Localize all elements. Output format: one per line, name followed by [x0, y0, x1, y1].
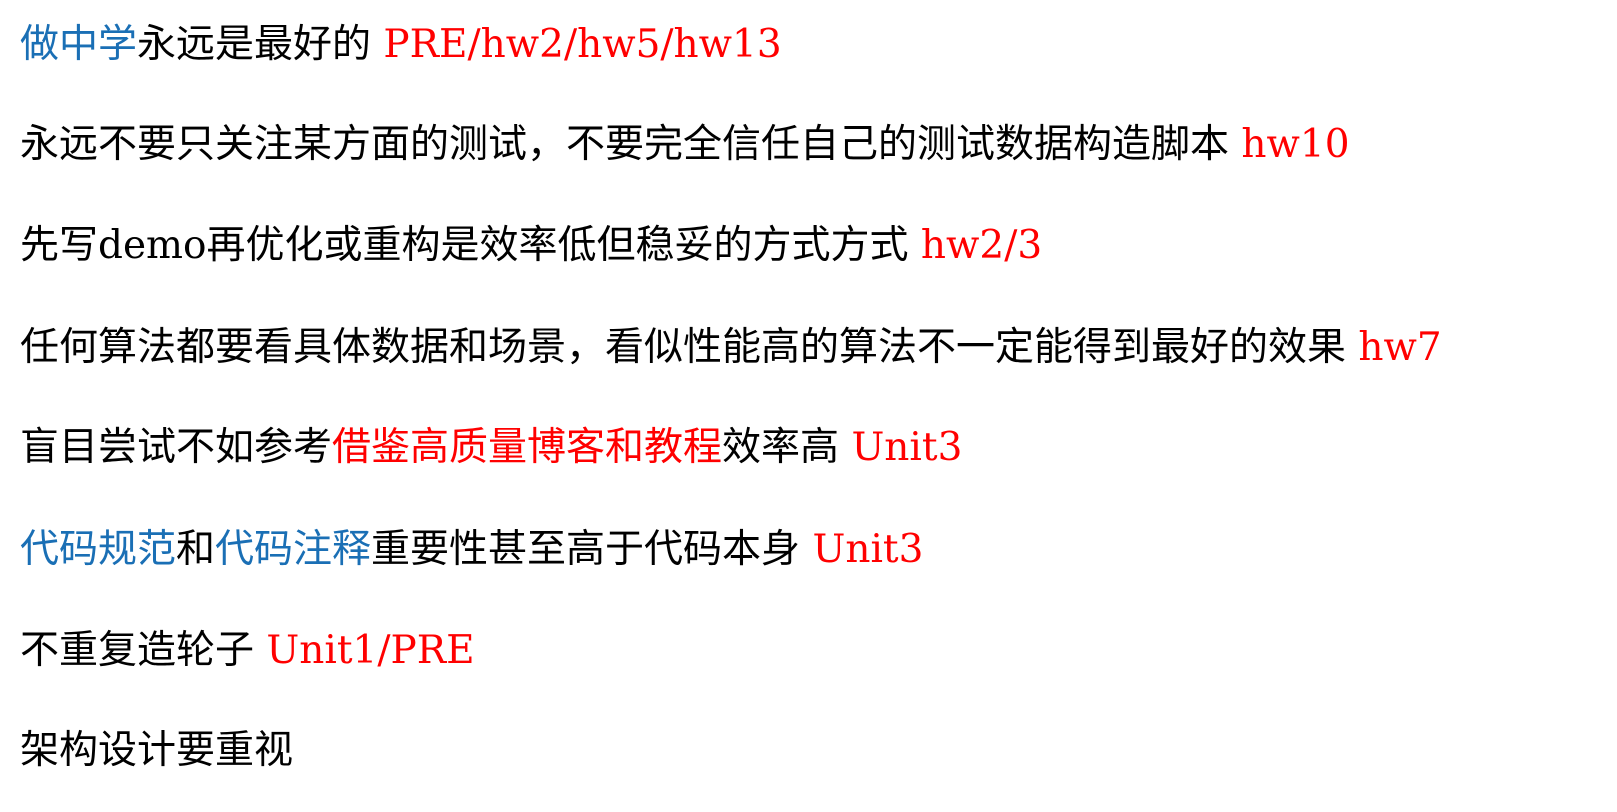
- lesson-line: 永远不要只关注某方面的测试，不要完全信任自己的测试数据构造脚本 hw10: [20, 119, 1350, 171]
- lesson-line: 代码规范和代码注释重要性甚至高于代码本身 Unit3: [20, 524, 923, 576]
- lesson-line: 盲目尝试不如参考借鉴高质量博客和教程效率高 Unit3: [20, 422, 962, 474]
- body-text: 和: [176, 527, 216, 572]
- reference-tag: Unit3: [812, 527, 924, 572]
- body-text: 盲目尝试不如参考: [20, 425, 333, 470]
- lesson-line: 架构设计要重视: [20, 725, 293, 777]
- body-text: 架构设计要重视: [20, 728, 294, 773]
- body-text: 不重复造轮子: [20, 628, 267, 673]
- reference-tag: Unit3: [851, 425, 963, 470]
- reference-tag: hw2/3: [920, 223, 1043, 268]
- body-text: 任何算法都要看具体数据和场景，看似性能高的算法不一定能得到最好的效果: [20, 325, 1359, 370]
- body-text: 先写demo再优化或重构是效率低但稳妥的方式方式: [20, 223, 921, 268]
- body-text: 重要性甚至高于代码本身: [371, 527, 813, 572]
- reference-tag: PRE/hw2/hw5/hw13: [383, 22, 782, 67]
- lesson-line: 先写demo再优化或重构是效率低但稳妥的方式方式 hw2/3: [20, 220, 1042, 272]
- lesson-line: 任何算法都要看具体数据和场景，看似性能高的算法不一定能得到最好的效果 hw7: [20, 322, 1442, 374]
- lesson-line: 不重复造轮子 Unit1/PRE: [20, 625, 475, 677]
- highlight-text: 借鉴高质量博客和教程: [332, 425, 723, 470]
- highlight-text: 做中学: [20, 22, 138, 67]
- body-text: 永远不要只关注某方面的测试，不要完全信任自己的测试数据构造脚本: [20, 122, 1242, 167]
- lesson-line: 做中学永远是最好的 PRE/hw2/hw5/hw13: [20, 19, 782, 71]
- body-text: 永远是最好的: [137, 22, 384, 67]
- highlight-text: 代码规范: [20, 527, 177, 572]
- highlight-text: 代码注释: [215, 527, 372, 572]
- reference-tag: hw10: [1241, 122, 1350, 167]
- reference-tag: hw7: [1358, 325, 1442, 370]
- reference-tag: Unit1/PRE: [266, 628, 475, 673]
- body-text: 效率高: [722, 425, 852, 470]
